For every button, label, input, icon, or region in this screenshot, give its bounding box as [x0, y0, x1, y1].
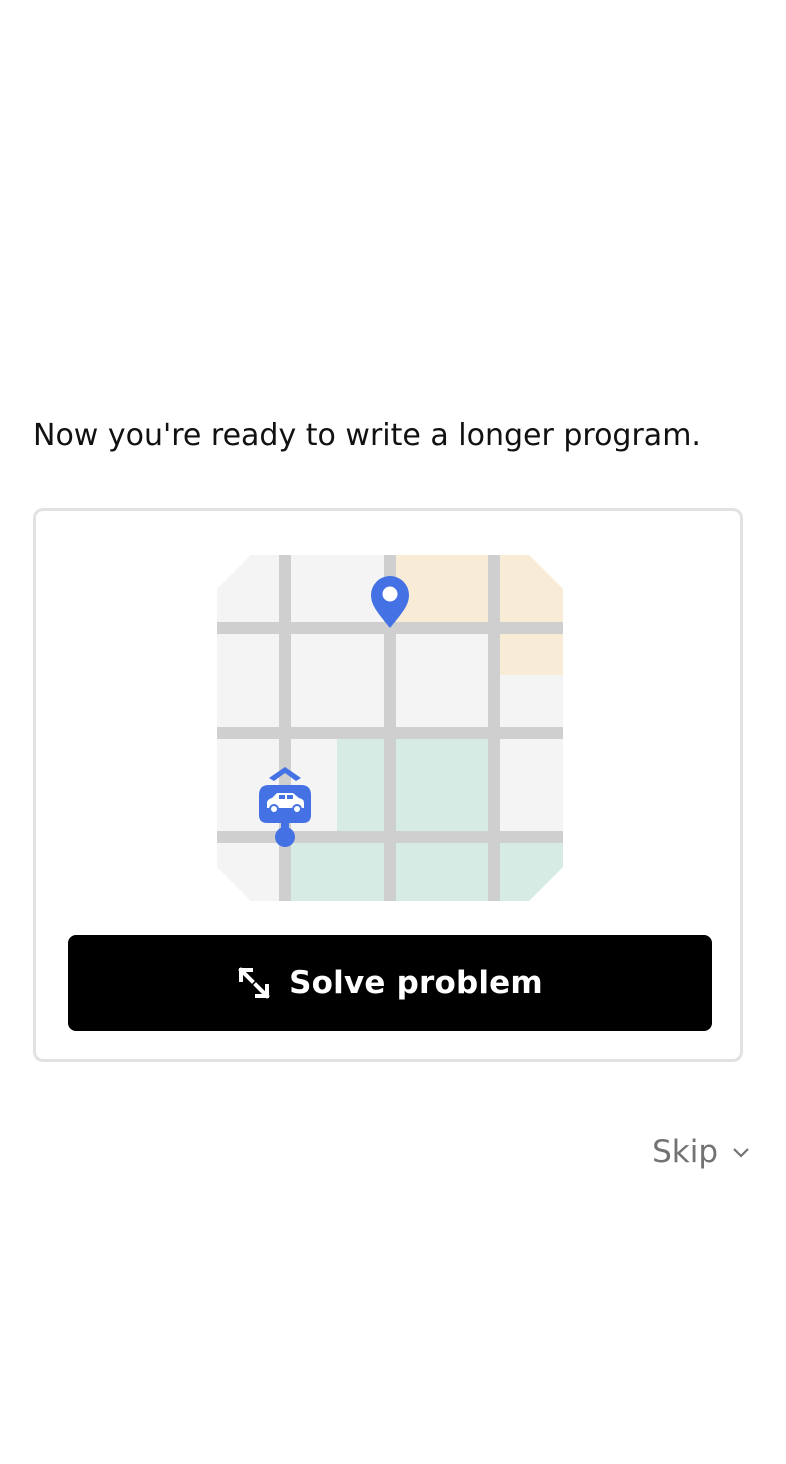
intro-text: Now you're ready to write a longer progr… [33, 418, 701, 453]
chevron-down-icon [733, 1148, 749, 1158]
solve-problem-button[interactable]: Solve problem [68, 935, 712, 1031]
map-route-illustration [217, 555, 563, 901]
expand-icon [238, 967, 270, 999]
skip-button[interactable]: Skip [652, 1134, 750, 1170]
solve-problem-label: Solve problem [289, 965, 543, 1001]
skip-label: Skip [652, 1134, 718, 1170]
